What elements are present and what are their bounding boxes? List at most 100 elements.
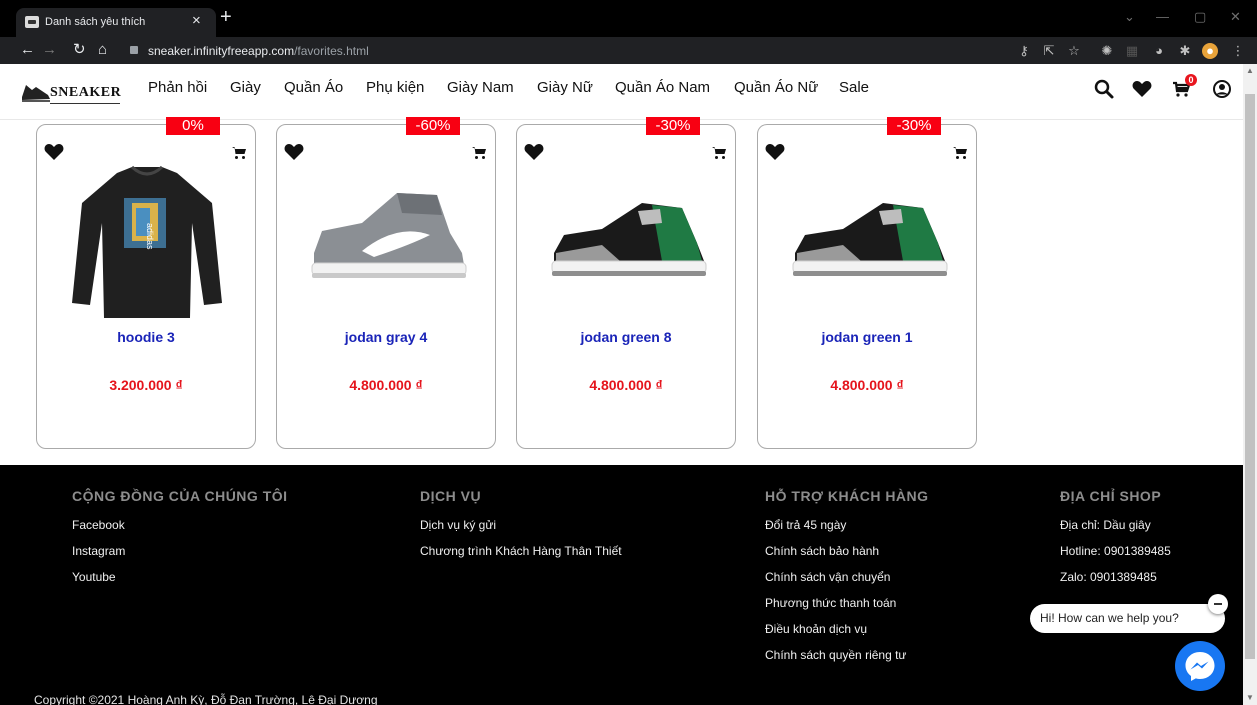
footer-services: DỊCH VỤ Dịch vụ ký gửi Chương trình Khác… [420,488,622,570]
cart-button[interactable]: 0 [1172,74,1197,100]
chat-greeting-bubble[interactable]: Hi! How can we help you? [1030,604,1225,633]
search-icon[interactable] [1093,78,1115,100]
favorites-heart-icon[interactable] [1131,78,1153,100]
forward-icon[interactable]: → [42,41,57,59]
tab-close-icon[interactable]: × [192,13,201,28]
footer-link-youtube[interactable]: Youtube [72,570,288,596]
product-name[interactable]: hoodie 3 [37,329,255,345]
nav-phu-kien[interactable]: Phụ kiện [366,79,424,96]
favorite-heart-icon[interactable] [765,143,785,161]
footer-link-terms[interactable]: Điều khoản dịch vụ [765,622,929,648]
footer-link-loyalty[interactable]: Chương trình Khách Hàng Thân Thiết [420,544,622,570]
footer-address: Địa chỉ: Dầu giây [1060,518,1151,532]
user-account-icon[interactable] [1211,78,1233,100]
url-text: sneaker.infinityfreeapp.com/favorites.ht… [148,44,369,58]
home-icon[interactable]: ⌂ [98,41,107,59]
footer-link-consignment[interactable]: Dịch vụ ký gửi [420,518,622,544]
footer-link-instagram[interactable]: Instagram [72,544,288,570]
shoe-logo-icon [22,85,50,102]
nav-phan-hoi[interactable]: Phản hồi [148,79,207,96]
site-logo[interactable]: SNEAKER [20,79,130,105]
back-icon[interactable]: ← [20,41,35,59]
nav-giay[interactable]: Giày [230,79,261,96]
product-card[interactable]: -30% jodan green 1 4.800.000 ₫ [757,117,977,449]
address-bar[interactable]: sneaker.infinityfreeapp.com/favorites.ht… [122,40,1122,61]
browser-tab[interactable]: Danh sách yêu thích × [16,8,216,37]
browser-menu-icon[interactable]: ⋮ [1230,43,1246,59]
profile-avatar[interactable]: ● [1202,43,1218,59]
scroll-up-icon[interactable]: ▲ [1246,66,1254,75]
favicon-icon [25,16,39,28]
favorite-heart-icon[interactable] [524,143,544,161]
add-to-cart-icon[interactable] [711,145,727,161]
discount-badge: -60% [406,117,460,135]
favorite-heart-icon[interactable] [284,143,304,161]
nav-giay-nu[interactable]: Giày Nữ [537,79,593,96]
green-sneaker-image [551,203,707,276]
messenger-chat-button[interactable] [1175,641,1225,691]
green-sneaker-image [792,203,948,276]
footer-heading: CỘNG ĐỒNG CỦA CHÚNG TÔI [72,488,288,504]
footer-link-facebook[interactable]: Facebook [72,518,288,544]
footer-heading: ĐỊA CHỈ SHOP [1060,488,1162,504]
add-to-cart-icon[interactable] [231,145,247,161]
close-window-button[interactable]: ✕ [1230,10,1241,23]
footer-link-shipping[interactable]: Chính sách vận chuyển [765,570,929,596]
product-card[interactable]: -60% jodan gray 4 4.800.000 ₫ [276,117,496,449]
discount-badge: -30% [646,117,700,135]
site-footer: CỘNG ĐỒNG CỦA CHÚNG TÔI Facebook Instagr… [0,465,1243,705]
hoodie-image: adidas [72,165,222,318]
tab-search-icon[interactable]: ⌄ [1124,10,1135,23]
discount-badge: 0% [166,117,220,135]
footer-link-payment[interactable]: Phương thức thanh toán [765,596,929,622]
product-name[interactable]: jodan green 8 [517,329,735,345]
add-to-cart-icon[interactable] [471,145,487,161]
nav-sale[interactable]: Sale [839,79,869,96]
product-price: 4.800.000 ₫ [830,377,904,393]
nav-quan-ao-nam[interactable]: Quần Áo Nam [615,79,710,96]
footer-community: CỘNG ĐỒNG CỦA CHÚNG TÔI Facebook Instagr… [72,488,288,596]
footer-support: HỖ TRỢ KHÁCH HÀNG Đổi trả 45 ngày Chính … [765,488,929,674]
product-name[interactable]: jodan gray 4 [277,329,495,345]
product-card[interactable]: -30% jodan green 8 4.800.000 ₫ [516,117,736,449]
footer-shop-address: ĐỊA CHỈ SHOP Địa chỉ: Dầu giây Hotline: … [1060,488,1171,596]
bookmark-star-icon[interactable]: ☆ [1066,43,1082,59]
footer-link-returns[interactable]: Đổi trả 45 ngày [765,518,929,544]
footer-heading: HỖ TRỢ KHÁCH HÀNG [765,488,929,504]
svg-text:adidas: adidas [145,223,155,250]
product-name[interactable]: jodan green 1 [758,329,976,345]
extension-gear-icon[interactable]: ✺ [1099,43,1115,59]
extensions-puzzle-icon[interactable]: ✱ [1177,43,1193,59]
page-scrollbar[interactable]: ▲ ▼ [1243,64,1257,705]
scroll-down-icon[interactable]: ▼ [1246,693,1254,702]
cart-count-badge: 0 [1185,74,1197,86]
footer-zalo: Zalo: 0901389485 [1060,570,1157,584]
chat-dismiss-icon[interactable] [1208,594,1228,614]
add-to-cart-icon[interactable] [952,145,968,161]
footer-link-warranty[interactable]: Chính sách bảo hành [765,544,929,570]
discount-badge: -30% [887,117,941,135]
messenger-icon [1185,652,1215,681]
key-icon[interactable]: ⚷ [1016,43,1032,59]
nav-quan-ao-nu[interactable]: Quần Áo Nữ [734,79,818,96]
new-tab-button[interactable]: + [220,7,232,27]
scrollbar-thumb[interactable] [1245,94,1255,659]
gray-sneaker-image [311,193,467,278]
lock-icon [130,46,138,54]
browser-tabstrip: Danh sách yêu thích × + ⌄ — ▢ ✕ [0,0,1257,37]
chat-greeting-text: Hi! How can we help you? [1040,611,1179,625]
nav-giay-nam[interactable]: Giày Nam [447,79,514,96]
extension-color-icon[interactable]: ◕ [1151,43,1167,59]
product-price: 3.200.000 ₫ [109,377,183,393]
product-price: 4.800.000 ₫ [349,377,423,393]
extension-grid-icon[interactable]: ▦ [1124,43,1140,59]
screen: Danh sách yêu thích × + ⌄ — ▢ ✕ ← → ↻ ⌂ … [0,0,1257,705]
favorite-heart-icon[interactable] [44,143,64,161]
minimize-button[interactable]: — [1156,10,1169,23]
reload-icon[interactable]: ↻ [73,41,86,59]
nav-quan-ao[interactable]: Quần Áo [284,79,343,96]
share-icon[interactable]: ⇱ [1041,43,1057,59]
product-card[interactable]: 0% adidas hoodie 3 3.200.000 ₫ [36,117,256,449]
footer-link-privacy[interactable]: Chính sách quyền riêng tư [765,648,929,674]
restore-button[interactable]: ▢ [1194,10,1206,23]
